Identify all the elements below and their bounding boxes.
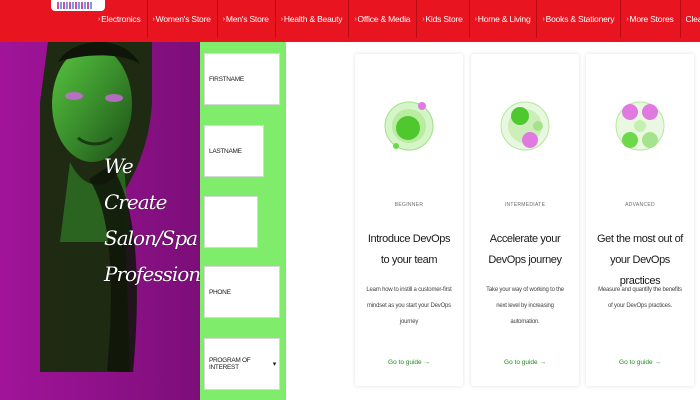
nav-item-books-stationery[interactable]: › Books & Stationery [537, 0, 622, 38]
chevron-right-icon: › [280, 15, 283, 23]
nav-item-clearance-sale[interactable]: Clearance Sale 2022 [681, 0, 700, 38]
guide-card-advanced: ADVANCED Get the most out of your DevOps… [586, 54, 694, 386]
nav-item-womens-store[interactable]: › Women's Store [148, 0, 218, 38]
hero-line: Salon/Spa [104, 226, 198, 250]
guide-card-beginner: BEGINNER Introduce DevOps to your team L… [355, 54, 463, 386]
hero-line: Professionals [104, 262, 200, 286]
nav-item-kids-store[interactable]: › Kids Store [417, 0, 470, 38]
lead-form: FIRSTNAME LASTNAME PHONE PROGRAM OF INTE… [200, 42, 286, 400]
nav-item-label: Home & Living [477, 14, 531, 24]
card-title: Introduce DevOps to your team [367, 233, 451, 266]
page: › Electronics › Women's Store › Men's Store… [0, 0, 700, 400]
blank-field[interactable] [204, 196, 258, 248]
card-eyebrow: INTERMEDIATE [504, 202, 546, 208]
advanced-illustration-icon [615, 101, 665, 151]
chevron-right-icon: › [626, 15, 629, 23]
hero-headline: We Create Salon/Spa Professionals [104, 148, 200, 292]
phone-field[interactable]: PHONE [204, 266, 280, 318]
chevron-right-icon: › [354, 15, 357, 23]
card-eyebrow: ADVANCED [625, 202, 655, 208]
card-title: Accelerate your DevOps journey [488, 233, 562, 266]
nav-item-office-media[interactable]: › Office & Media [349, 0, 418, 38]
chevron-down-icon: ▾ [272, 361, 277, 368]
nav-item-label: Office & Media [357, 14, 411, 24]
chevron-right-icon: › [542, 15, 545, 23]
nav-item-label: Electronics [101, 14, 141, 24]
card-description: Take your way of working to the next lev… [486, 287, 564, 325]
program-of-interest-select[interactable]: PROGRAM OF INTEREST ▾ [204, 338, 280, 390]
firstname-field[interactable]: FIRSTNAME [204, 53, 280, 105]
go-to-guide-link[interactable]: Go to guide → [471, 359, 579, 366]
beginner-illustration-icon [384, 101, 434, 151]
top-navigation-bar: › Electronics › Women's Store › Men's Store… [0, 0, 700, 42]
hero-line: We Create [104, 154, 168, 214]
nav-item-label: Books & Stationery [545, 14, 615, 24]
nav-item-label: Clearance Sale 2022 [685, 14, 700, 24]
guide-card-intermediate: INTERMEDIATE Accelerate your DevOps jour… [471, 54, 579, 386]
go-to-guide-link[interactable]: Go to guide → [355, 359, 463, 366]
nav-item-label: Kids Store [425, 14, 463, 24]
nav-item-label: Health & Beauty [283, 14, 343, 24]
card-description: Measure and quantify the benefits of you… [598, 287, 682, 309]
nav-menu: › Electronics › Women's Store › Men's Store… [93, 0, 700, 42]
nav-item-mens-store[interactable]: › Men's Store [218, 0, 276, 38]
devops-guides-section: BEGINNER Introduce DevOps to your team L… [350, 42, 700, 400]
nav-item-home-living[interactable]: › Home & Living [470, 0, 538, 38]
nav-item-label: Women's Store [155, 14, 211, 24]
hero-banner: We Create Salon/Spa Professionals [0, 42, 200, 400]
card-eyebrow: BEGINNER [394, 202, 424, 208]
chevron-right-icon: › [152, 15, 155, 23]
lastname-field[interactable]: LASTNAME [204, 125, 264, 177]
chevron-right-icon: › [222, 15, 225, 23]
chevron-right-icon: › [422, 15, 425, 23]
card-description: Learn how to instill a customer-first mi… [366, 287, 452, 325]
program-select-value: PROGRAM OF INTEREST [209, 357, 251, 371]
go-to-guide-link[interactable]: Go to guide → [586, 359, 694, 366]
logo-barcode-icon [57, 2, 93, 9]
nav-item-electronics[interactable]: › Electronics [93, 0, 148, 38]
chevron-right-icon: › [98, 15, 101, 23]
nav-item-health-beauty[interactable]: › Health & Beauty [276, 0, 350, 38]
nav-item-label: More Stores [629, 14, 674, 24]
nav-item-more-stores[interactable]: › More Stores [621, 0, 681, 38]
chevron-right-icon: › [474, 15, 477, 23]
nav-item-label: Men's Store [225, 14, 269, 24]
intermediate-illustration-icon [500, 101, 550, 151]
